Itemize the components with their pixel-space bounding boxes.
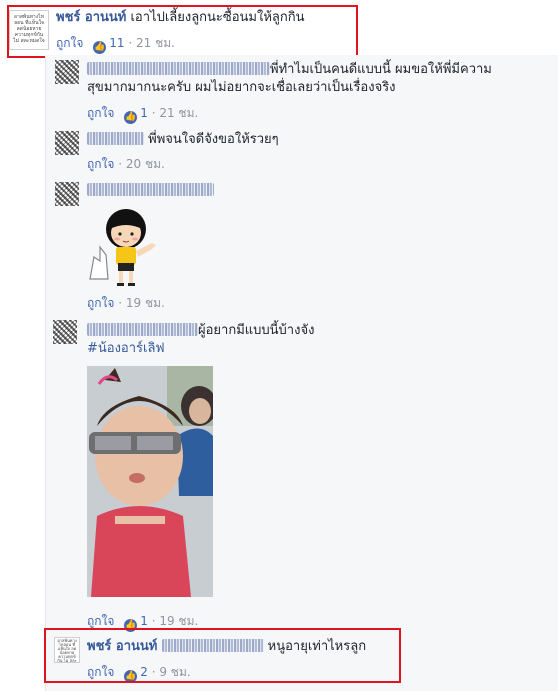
highlight-box-bottom <box>44 628 401 683</box>
reaction-count[interactable]: 1 <box>140 106 148 120</box>
comment-meta: ถูกใจ · 20 ชม. <box>87 157 165 171</box>
timestamp[interactable]: 20 ชม. <box>126 157 165 171</box>
sticker-image[interactable] <box>86 201 176 291</box>
like-link[interactable]: ถูกใจ <box>87 157 114 171</box>
comment-text: พี่พจนใจดีจังขอให้รวยๆ <box>148 132 279 147</box>
comment-meta: ถูกใจ 👍 1 · 21 ชม. <box>87 106 199 124</box>
blurred-author-name[interactable] <box>87 323 198 336</box>
blurred-author-name[interactable] <box>87 183 214 196</box>
attached-photo[interactable] <box>87 366 213 597</box>
avatar[interactable] <box>55 182 79 206</box>
timestamp[interactable]: 19 ชม. <box>126 296 165 310</box>
comment-text: ผู้อยากมีแบบนี้บ้างจัง <box>198 323 315 338</box>
comment-text-line1: พี่ทำไมเป็นคนดีแบบนี้ ผมขอให้พี่มีความ <box>270 62 492 77</box>
blurred-author-name[interactable] <box>87 132 144 145</box>
comment-meta: ถูกใจ · 19 ชม. <box>87 296 165 310</box>
avatar[interactable] <box>55 131 79 155</box>
comment-body <box>87 183 214 198</box>
avatar[interactable] <box>53 320 77 344</box>
comment-body: ผู้อยากมีแบบนี้บ้างจัง #น้องอาร์เลิฟ <box>87 322 314 358</box>
like-link[interactable]: ถูกใจ <box>87 614 114 628</box>
highlight-box-top <box>7 5 358 58</box>
timestamp[interactable]: 19 ชม. <box>159 614 198 628</box>
comment-body: พี่ทำไมเป็นคนดีแบบนี้ ผมขอให้พี่มีความ ส… <box>87 61 547 97</box>
like-link[interactable]: ถูกใจ <box>87 106 114 120</box>
like-thumb-icon[interactable]: 👍 <box>124 111 138 124</box>
blurred-author-name[interactable] <box>87 62 270 75</box>
timestamp[interactable]: 21 ชม. <box>159 106 198 120</box>
comment-body: พี่พจนใจดีจังขอให้รวยๆ <box>87 131 279 149</box>
hashtag-link[interactable]: #น้องอาร์เลิฟ <box>87 340 314 358</box>
reaction-count[interactable]: 1 <box>140 614 148 628</box>
comment-text-line2: สุขมากมากนะครับ ผมไม่อยากจะเชื่อเลยว่าเป… <box>87 80 396 95</box>
like-link[interactable]: ถูกใจ <box>87 296 114 310</box>
avatar[interactable] <box>55 60 79 84</box>
